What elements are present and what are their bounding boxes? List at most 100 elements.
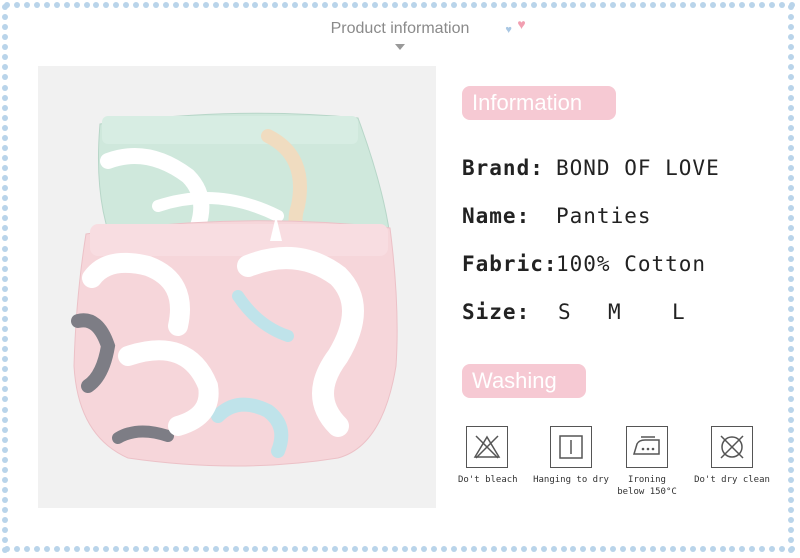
border-dot bbox=[2, 487, 8, 493]
border-dot bbox=[2, 154, 8, 161]
border-dot bbox=[123, 2, 130, 8]
border-dot bbox=[520, 2, 527, 8]
border-dot bbox=[2, 285, 8, 292]
wash-item-no-dry-clean: Do't dry clean bbox=[694, 426, 770, 486]
border-dot bbox=[292, 2, 299, 8]
border-dot bbox=[788, 305, 794, 312]
border-dot bbox=[471, 546, 478, 552]
border-dot bbox=[212, 2, 219, 8]
hang-dry-caption: Hanging to dry bbox=[533, 475, 609, 485]
no-dry-clean-caption: Do't dry clean bbox=[694, 475, 770, 485]
border-dot bbox=[2, 436, 8, 443]
border-dot bbox=[699, 546, 706, 552]
border-dot bbox=[779, 2, 786, 8]
border-dot bbox=[43, 546, 50, 552]
border-dot bbox=[341, 2, 348, 8]
hang-dry-icon bbox=[550, 426, 592, 468]
border-dot bbox=[153, 546, 160, 552]
border-dot bbox=[322, 546, 328, 552]
border-dot bbox=[2, 527, 8, 534]
border-dot bbox=[272, 2, 279, 8]
border-dot bbox=[2, 336, 8, 343]
border-dot bbox=[2, 144, 8, 151]
border-dot bbox=[2, 547, 8, 554]
border-dot bbox=[2, 376, 8, 383]
border-dot bbox=[431, 2, 438, 8]
border-dot bbox=[411, 2, 418, 8]
border-dot bbox=[659, 546, 666, 552]
border-dot bbox=[312, 546, 319, 552]
border-dot bbox=[759, 546, 766, 552]
border-dot bbox=[73, 2, 80, 8]
border-dot bbox=[560, 546, 567, 552]
border-dot bbox=[788, 406, 794, 413]
border-dot bbox=[2, 64, 8, 71]
border-dot bbox=[500, 546, 507, 552]
border-dot bbox=[381, 2, 388, 8]
border-dot bbox=[788, 396, 794, 403]
fabric-row: Fabric: 100% Cotton bbox=[462, 252, 705, 276]
border-dot bbox=[302, 546, 309, 552]
border-dot bbox=[788, 356, 794, 363]
border-dot bbox=[788, 275, 794, 282]
border-dot bbox=[788, 205, 794, 212]
border-dot bbox=[441, 546, 448, 552]
border-dot bbox=[123, 546, 130, 552]
ironing-caption: Ironing below 150°C bbox=[614, 474, 680, 498]
border-dot bbox=[182, 546, 189, 552]
border-dot bbox=[2, 235, 8, 242]
border-dot bbox=[441, 2, 448, 8]
ironing-caption-line1: Ironing bbox=[628, 475, 666, 485]
border-dot bbox=[788, 64, 794, 71]
border-dot bbox=[500, 2, 507, 8]
size-l: L bbox=[672, 300, 685, 324]
border-dot bbox=[421, 2, 428, 8]
border-dot bbox=[2, 366, 8, 373]
border-dot bbox=[769, 2, 776, 8]
border-dot bbox=[788, 517, 794, 524]
border-dot bbox=[2, 517, 8, 524]
border-dot bbox=[411, 546, 418, 552]
border-dot bbox=[302, 2, 309, 8]
border-dot bbox=[788, 466, 794, 473]
border-dot bbox=[461, 546, 468, 552]
name-row: Name: Panties bbox=[462, 204, 651, 228]
border-dot bbox=[2, 245, 8, 252]
border-dot bbox=[2, 426, 8, 433]
border-dot bbox=[361, 2, 368, 8]
border-dot bbox=[361, 546, 368, 552]
border-dot bbox=[282, 546, 289, 552]
border-dot bbox=[749, 546, 756, 552]
border-dot bbox=[788, 144, 794, 151]
border-dot bbox=[640, 546, 646, 552]
washing-heading: Washing bbox=[462, 364, 586, 398]
border-dot bbox=[192, 2, 199, 8]
fabric-label: Fabric: bbox=[462, 252, 558, 276]
border-dot bbox=[709, 2, 716, 8]
information-heading: Information bbox=[462, 86, 616, 120]
border-dot bbox=[232, 546, 239, 552]
border-dot bbox=[172, 546, 179, 552]
border-dot bbox=[530, 2, 537, 8]
ironing-caption-line2: below 150°C bbox=[617, 487, 677, 497]
border-dot bbox=[421, 546, 428, 552]
border-dot bbox=[202, 2, 209, 8]
border-dot bbox=[2, 275, 8, 282]
border-dot bbox=[649, 2, 656, 8]
border-dot bbox=[788, 527, 794, 534]
border-dot bbox=[2, 507, 8, 514]
border-dot bbox=[2, 396, 8, 403]
border-dot bbox=[93, 546, 100, 552]
border-dot bbox=[2, 346, 8, 353]
border-dot bbox=[580, 546, 587, 552]
size-m: M bbox=[608, 300, 621, 324]
border-dot bbox=[510, 546, 517, 552]
border-dot bbox=[371, 2, 378, 8]
border-dot bbox=[630, 2, 637, 8]
border-dot bbox=[729, 546, 736, 552]
border-dot bbox=[341, 546, 348, 552]
border-dot bbox=[788, 386, 794, 393]
border-dot bbox=[788, 487, 794, 493]
border-dot bbox=[630, 546, 637, 552]
border-dot bbox=[282, 2, 289, 8]
